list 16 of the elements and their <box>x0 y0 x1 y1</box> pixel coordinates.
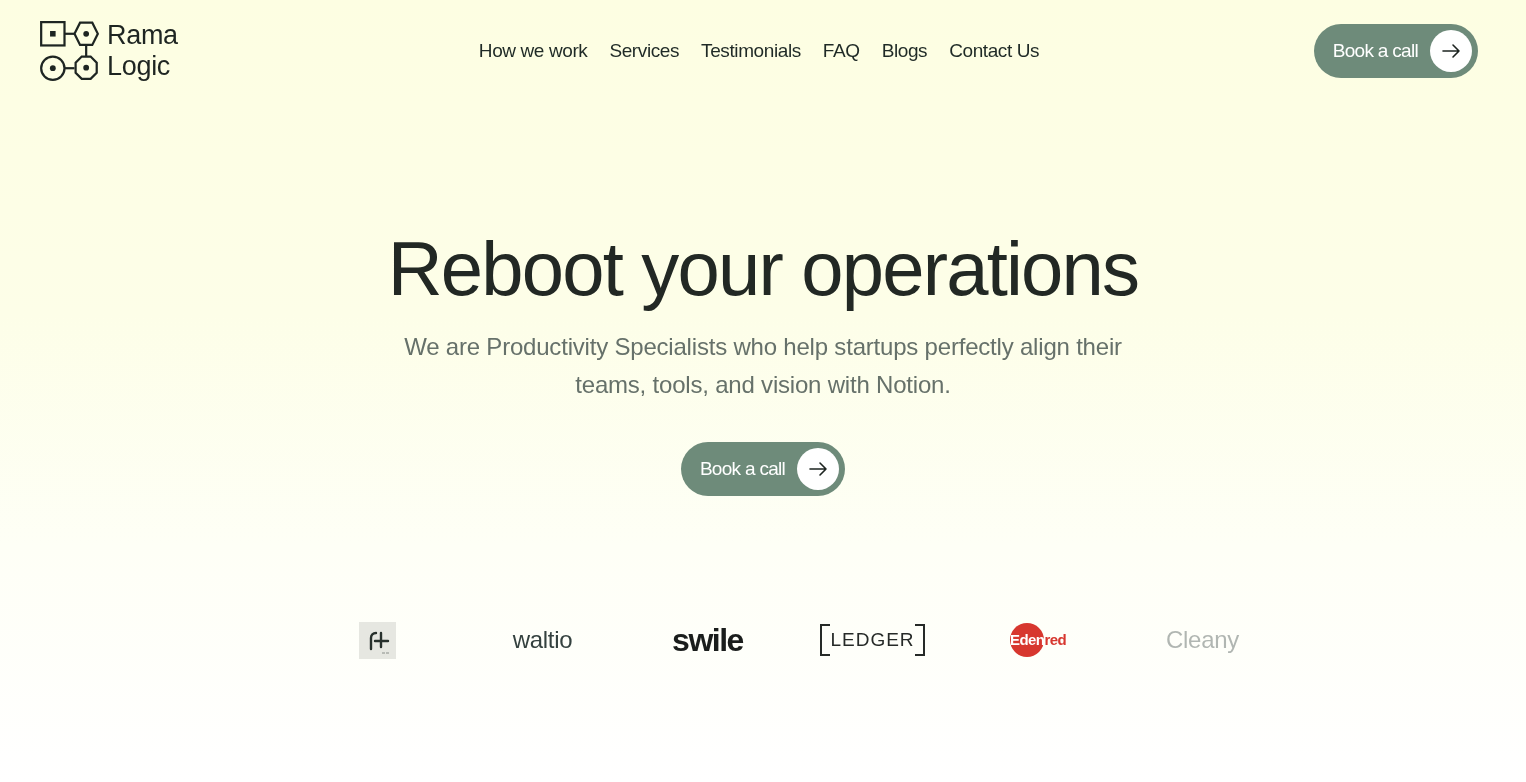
client-logo: swile <box>672 621 743 659</box>
hero-subtitle: We are Productivity Specialists who help startups perfectly align their teams, tools, and vision with Notion. <box>403 332 1123 400</box>
client-logo: Cleany <box>1166 626 1239 654</box>
nav-link[interactable]: How we work <box>478 40 588 62</box>
book-call-button[interactable]: Book a call <box>680 442 846 496</box>
logo-text: Rama Logic <box>107 20 178 82</box>
hero-title: Reboot your operations <box>387 226 1139 312</box>
node-diagram-icon <box>40 21 99 81</box>
nav-link[interactable]: Services <box>609 40 680 62</box>
nav-link[interactable]: Blogs <box>881 40 928 62</box>
client-logo: LEDGER <box>820 624 925 656</box>
nav-link[interactable]: FAQ <box>822 40 860 62</box>
book-call-button[interactable]: Book a call <box>1313 24 1478 78</box>
client-logo: waltio <box>512 626 573 654</box>
nav-link[interactable]: Testimonials <box>701 40 801 62</box>
nav-link[interactable]: Contact Us <box>949 40 1040 62</box>
